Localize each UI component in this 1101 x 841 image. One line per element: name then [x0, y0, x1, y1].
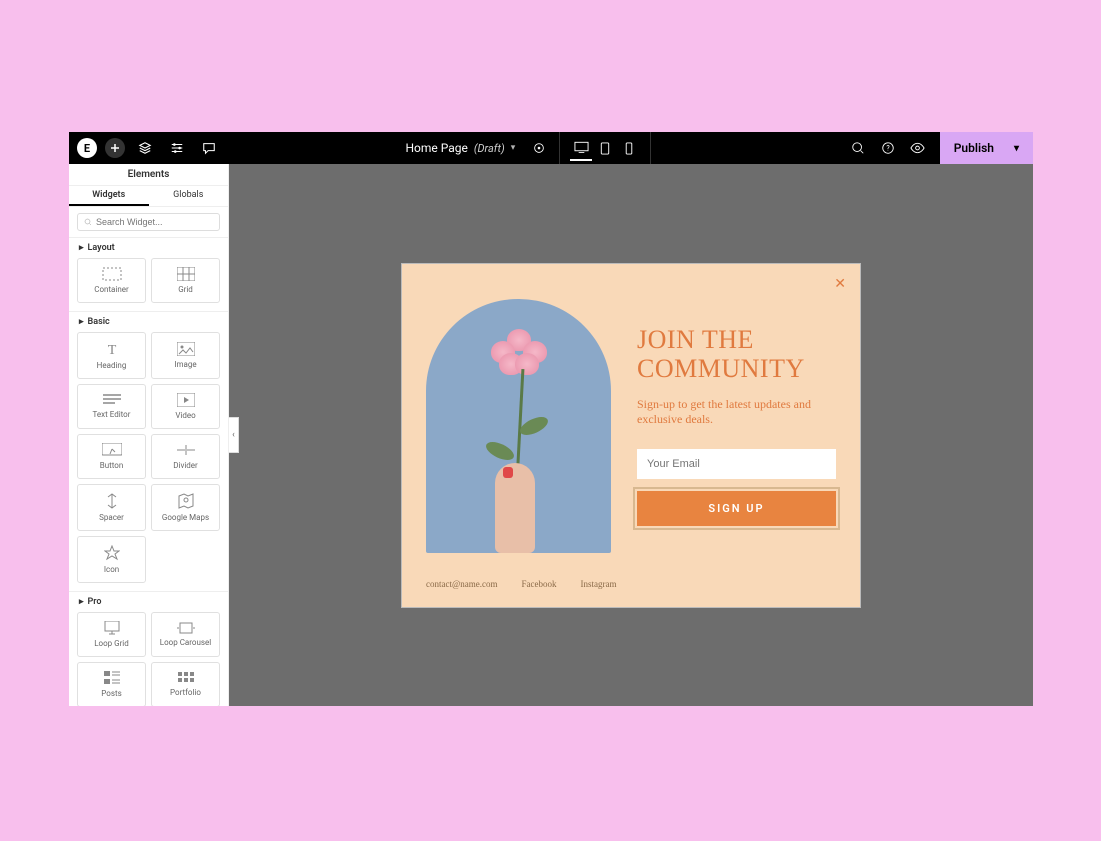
topbar: E Home Page (Draft) ▾ [69, 132, 1033, 164]
widget-google-maps[interactable]: Google Maps [151, 484, 220, 531]
preview-eye-icon[interactable] [906, 136, 930, 160]
topbar-right: ? [836, 136, 940, 160]
editor-canvas[interactable]: ‹ ✕ JOIN THE COMMUNITY Sign-up t [229, 164, 1033, 706]
page-settings-icon[interactable] [527, 136, 551, 160]
tab-globals[interactable]: Globals [149, 186, 229, 206]
mobile-icon[interactable] [618, 135, 640, 161]
collapse-panel-handle[interactable]: ‹ [229, 417, 239, 453]
svg-text:T: T [107, 343, 116, 357]
widget-divider[interactable]: Divider [151, 434, 220, 479]
elementor-logo[interactable]: E [77, 138, 97, 158]
section-basic[interactable]: ▸ Basic [69, 312, 228, 332]
close-icon[interactable]: ✕ [834, 276, 846, 292]
widgets-panel: Elements Widgets Globals ▸ Layout Contai… [69, 164, 229, 706]
search-icon[interactable] [846, 136, 870, 160]
widget-spacer[interactable]: Spacer [77, 484, 146, 531]
publish-label: Publish [954, 141, 994, 155]
signup-button[interactable]: SIGN UP [637, 491, 836, 526]
layers-icon[interactable] [133, 136, 157, 160]
popup-title: JOIN THE COMMUNITY [637, 326, 836, 383]
topbar-center: Home Page (Draft) ▾ [405, 132, 560, 164]
widget-text-editor[interactable]: Text Editor [77, 384, 146, 429]
widget-container[interactable]: Container [77, 258, 146, 303]
widget-icon[interactable]: Icon [77, 536, 146, 583]
widget-posts[interactable]: Posts [77, 662, 146, 706]
facebook-link[interactable]: Facebook [522, 579, 557, 589]
comment-icon[interactable] [197, 136, 221, 160]
widget-loop-grid[interactable]: Loop Grid [77, 612, 146, 657]
chevron-down-icon[interactable]: ▾ [511, 143, 516, 153]
popup-image [426, 282, 611, 571]
panel-title: Elements [69, 164, 228, 186]
widget-heading[interactable]: THeading [77, 332, 146, 379]
chevron-down-icon[interactable]: ▾ [1014, 143, 1019, 154]
svg-text:?: ? [886, 145, 890, 153]
device-switcher [560, 132, 651, 164]
desktop-icon[interactable] [570, 135, 592, 161]
search-input[interactable] [96, 217, 213, 227]
section-layout[interactable]: ▸ Layout [69, 238, 228, 258]
widget-loop-carousel[interactable]: Loop Carousel [151, 612, 220, 657]
tablet-icon[interactable] [594, 135, 616, 161]
add-element-button[interactable] [105, 138, 125, 158]
instagram-link[interactable]: Instagram [581, 579, 617, 589]
widget-video[interactable]: Video [151, 384, 220, 429]
widget-button[interactable]: Button [77, 434, 146, 479]
topbar-left: E [69, 136, 221, 160]
page-name[interactable]: Home Page [405, 141, 467, 155]
search-icon [84, 217, 92, 227]
popup-subtitle: Sign-up to get the latest updates and ex… [637, 397, 836, 427]
publish-button[interactable]: Publish ▾ [940, 132, 1033, 164]
search-widget[interactable] [77, 213, 220, 231]
tab-widgets[interactable]: Widgets [69, 186, 149, 206]
popup-modal: ✕ JOIN THE COMMUNITY Sign-up to get the … [401, 263, 861, 608]
settings-sliders-icon[interactable] [165, 136, 189, 160]
widget-grid[interactable]: Grid [151, 258, 220, 303]
editor-body: Elements Widgets Globals ▸ Layout Contai… [69, 164, 1033, 706]
page-status: (Draft) [474, 142, 505, 155]
widget-image[interactable]: Image [151, 332, 220, 379]
editor-window: E Home Page (Draft) ▾ [69, 132, 1033, 706]
contact-email[interactable]: contact@name.com [426, 579, 498, 589]
help-icon[interactable]: ? [876, 136, 900, 160]
panel-tabs: Widgets Globals [69, 186, 228, 207]
widget-portfolio[interactable]: Portfolio [151, 662, 220, 706]
section-pro[interactable]: ▸ Pro [69, 592, 228, 612]
email-field[interactable] [637, 449, 836, 479]
